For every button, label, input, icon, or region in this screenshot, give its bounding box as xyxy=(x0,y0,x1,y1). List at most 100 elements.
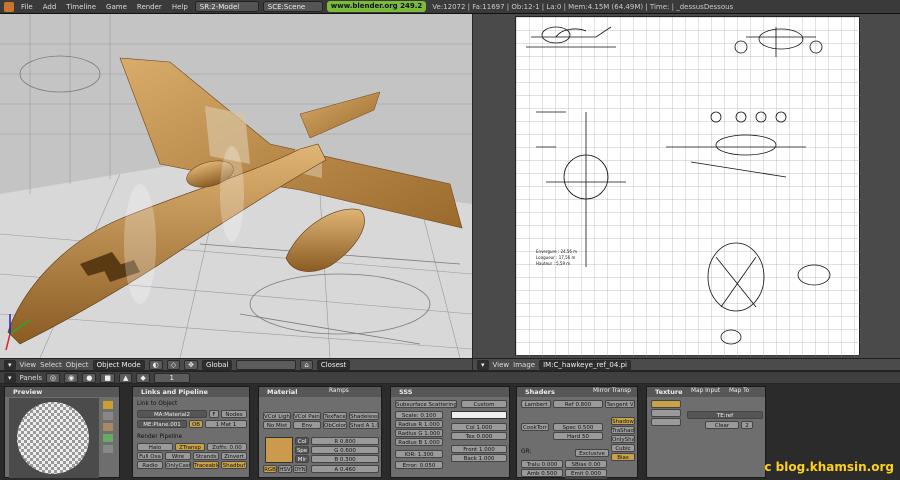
mode-selector[interactable]: Object Mode xyxy=(92,359,145,370)
ramps-tab[interactable]: Ramps xyxy=(329,388,349,394)
onlycast-button[interactable]: OnlyCast xyxy=(165,461,191,469)
hard-slider[interactable]: Hard 50 xyxy=(553,432,603,440)
image-editor-type-button[interactable]: ▾ xyxy=(477,359,489,370)
sss-color-swatch[interactable] xyxy=(451,411,507,419)
context-button-scene[interactable]: ◆ xyxy=(136,372,150,383)
dyn-button[interactable]: DYN xyxy=(293,465,307,473)
3d-viewport[interactable] xyxy=(0,14,472,358)
shadbuf-button[interactable]: Shadbuf xyxy=(221,461,247,469)
context-button-object[interactable]: ■ xyxy=(100,372,115,383)
lbias-slider[interactable]: LBias 0.00 xyxy=(565,477,607,479)
menu-timeline[interactable]: Timeline xyxy=(63,3,99,11)
frame-field[interactable]: 1 xyxy=(153,372,190,383)
scene-selector[interactable]: SCE:Scene xyxy=(262,1,323,12)
blue-slider[interactable]: B 0.300 xyxy=(311,455,379,463)
front-slider[interactable]: Front 1.000 xyxy=(451,445,507,453)
menu-add[interactable]: Add xyxy=(40,3,60,11)
rgb-button[interactable]: RGB xyxy=(263,465,277,473)
texture-channel-1[interactable] xyxy=(651,400,681,408)
tex-factor-slider[interactable]: Tex 0.000 xyxy=(451,432,507,440)
exclusive-button[interactable]: Exclusive xyxy=(575,449,609,457)
color-swatch[interactable] xyxy=(265,437,293,463)
orientation-selector[interactable]: Global xyxy=(202,359,233,370)
image-name-field[interactable]: IM:C_hawkeye_ref_04.pi xyxy=(539,359,631,370)
no-mist-button[interactable]: No Mist xyxy=(263,421,291,429)
ref-slider[interactable]: Ref 0.800 xyxy=(553,400,603,408)
nodes-button[interactable]: Nodes xyxy=(221,410,247,418)
bias-button[interactable]: Bias xyxy=(611,453,635,461)
pivot-button[interactable]: ◇ xyxy=(166,359,181,370)
sss-preset-selector[interactable]: Custom xyxy=(461,400,507,408)
sss-toggle[interactable]: Subsurface Scattering xyxy=(395,400,457,408)
shadeless-button[interactable]: Shadeless xyxy=(349,412,379,420)
red-slider[interactable]: R 0.800 xyxy=(311,437,379,445)
context-button-logic[interactable]: ◎ xyxy=(46,372,61,383)
col-factor-slider[interactable]: Col 1.000 xyxy=(451,423,507,431)
cubic-button[interactable]: Cubic xyxy=(611,444,635,452)
menu-view[interactable]: View xyxy=(20,361,37,369)
panels-menu[interactable]: Panels xyxy=(20,374,43,382)
menu-object[interactable]: Object xyxy=(66,361,89,369)
ior-field[interactable]: IOR: 1.300 xyxy=(395,450,443,458)
mesh-name-field[interactable]: ME:Plane.001 xyxy=(137,420,187,428)
specular-shader-selector[interactable]: CookTorr xyxy=(521,423,549,431)
mirror-transp-tab[interactable]: Mirror Transp xyxy=(593,388,631,394)
spec-slider[interactable]: Spec 0.500 xyxy=(553,423,603,431)
obcolor-button[interactable]: ObColor xyxy=(323,421,347,429)
editor-type-button[interactable]: ▾ xyxy=(4,359,16,370)
preview-monkey-icon[interactable] xyxy=(103,434,113,442)
menu-file[interactable]: File xyxy=(18,3,36,11)
alpha-slider[interactable]: A 0.460 xyxy=(311,465,379,473)
context-button-script[interactable]: ◉ xyxy=(64,372,79,383)
radius-b-field[interactable]: Radius B 1.000 xyxy=(395,438,443,446)
full-osa-button[interactable]: Full Osa xyxy=(137,452,163,460)
wire-button[interactable]: Wire xyxy=(165,452,191,460)
material-tab[interactable]: Material xyxy=(259,387,381,397)
amb-slider[interactable]: Amb 0.500 xyxy=(521,469,563,477)
material-name-field[interactable]: MA:Material2 xyxy=(137,410,207,418)
trashado-button[interactable]: TraShado xyxy=(611,426,635,434)
shad-alpha-field[interactable]: Shad A 1.00 xyxy=(349,421,379,429)
traceable-button[interactable]: Traceable xyxy=(193,461,219,469)
menu-image-view[interactable]: View xyxy=(493,361,510,369)
tralu-slider[interactable]: Tralu 0.000 xyxy=(521,460,563,468)
halo-button[interactable]: Halo xyxy=(137,443,173,451)
material-index-field[interactable]: 1 Mat 1 xyxy=(205,420,247,428)
menu-render[interactable]: Render xyxy=(134,3,165,11)
texface-button[interactable]: TexFace xyxy=(323,412,347,420)
env-button[interactable]: Env xyxy=(293,421,321,429)
shadow-button[interactable]: Shadow xyxy=(611,417,635,425)
scale-field[interactable]: Scale: 0.100 xyxy=(395,411,443,419)
menu-game[interactable]: Game xyxy=(103,3,130,11)
snap-toggle[interactable]: ⌂ xyxy=(300,359,313,370)
map-input-tab[interactable]: Map Input xyxy=(691,388,720,394)
texture-users-count[interactable]: 2 xyxy=(741,421,753,429)
map-to-tab[interactable]: Map To xyxy=(729,388,749,394)
preview-hair-icon[interactable] xyxy=(103,445,113,453)
draw-type-button[interactable]: ◐ xyxy=(148,359,163,370)
fake-user-button[interactable]: F xyxy=(209,410,219,418)
green-slider[interactable]: G 0.600 xyxy=(311,446,379,454)
preview-cube-icon[interactable] xyxy=(103,423,113,431)
onlyshad-button[interactable]: OnlyShad xyxy=(611,435,635,443)
error-field[interactable]: Error: 0.050 xyxy=(395,461,443,469)
snap-target-selector[interactable]: Closest xyxy=(316,359,351,370)
context-button-shading[interactable]: ● xyxy=(82,372,97,383)
zinvert-button[interactable]: Zinvert xyxy=(221,452,247,460)
texture-name-field[interactable]: TE:ref xyxy=(687,411,763,419)
strands-button[interactable]: Strands xyxy=(193,452,219,460)
radius-r-field[interactable]: Radius R 1.000 xyxy=(395,420,443,428)
manipulator-toggle[interactable]: ✥ xyxy=(184,359,199,370)
vcol-paint-button[interactable]: VCol Paint xyxy=(293,412,321,420)
radio-button[interactable]: Radio xyxy=(137,461,163,469)
texture-channel-3[interactable] xyxy=(651,418,681,426)
sbias-slider[interactable]: SBias 0.00 xyxy=(565,460,607,468)
radius-g-field[interactable]: Radius G 1.000 xyxy=(395,429,443,437)
vcol-light-button[interactable]: VCol Light xyxy=(263,412,291,420)
menu-select[interactable]: Select xyxy=(40,361,62,369)
preview-sphere-icon[interactable] xyxy=(103,412,113,420)
back-slider[interactable]: Back 1.000 xyxy=(451,454,507,462)
menu-image[interactable]: Image xyxy=(513,361,535,369)
tangent-button[interactable]: Tangent V xyxy=(605,400,635,408)
ob-button[interactable]: OB xyxy=(189,420,203,428)
